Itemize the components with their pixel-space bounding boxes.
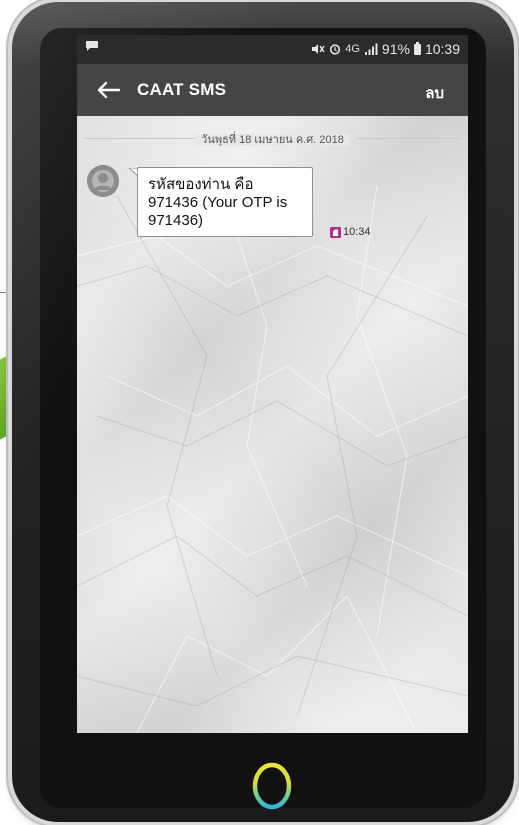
battery-percent: 91% xyxy=(381,41,410,57)
signal-icon xyxy=(364,43,378,55)
home-button[interactable] xyxy=(251,762,293,810)
clock: 10:39 xyxy=(424,41,460,57)
date-divider-label: วันพุธที่ 18 เมษายน ค.ศ. 2018 xyxy=(195,134,350,146)
delete-button[interactable]: ลบ xyxy=(425,81,444,105)
network-type-label: 4G xyxy=(345,43,360,55)
contact-avatar[interactable] xyxy=(87,165,119,197)
status-bar: 4G 91% 10:39 xyxy=(77,35,468,64)
app-toolbar: CAAT SMS ลบ xyxy=(77,64,468,116)
message-time: 10:34 xyxy=(343,226,371,238)
message-line: 971436 (Your OTP is xyxy=(148,194,288,211)
date-divider: วันพุธที่ 18 เมษายน ค.ศ. 2018 xyxy=(85,130,460,146)
alarm-icon xyxy=(330,44,341,55)
back-arrow-icon[interactable] xyxy=(91,74,125,106)
conversation-view[interactable]: วันพุธที่ 18 เมษายน ค.ศ. 2018 รหัสของท่า… xyxy=(77,116,468,733)
conversation-title: CAAT SMS xyxy=(137,80,227,99)
phone-screen: 4G 91% 10:39 CAAT SMS ลบ วันพุธที่ 18 เม… xyxy=(77,35,468,733)
message-timestamp: 10:34 xyxy=(330,226,371,238)
sim-card-icon xyxy=(330,226,341,238)
background-green-shape xyxy=(0,353,12,447)
battery-icon xyxy=(413,41,421,55)
message-line: 971436) xyxy=(148,212,204,229)
message-line: รหัสของท่าน คือ xyxy=(148,176,254,193)
message-bubble[interactable]: รหัสของท่าน คือ 971436 (Your OTP is 9714… xyxy=(137,167,313,237)
mute-icon xyxy=(312,44,325,54)
person-icon xyxy=(87,165,119,197)
message-notification-icon xyxy=(86,41,98,51)
